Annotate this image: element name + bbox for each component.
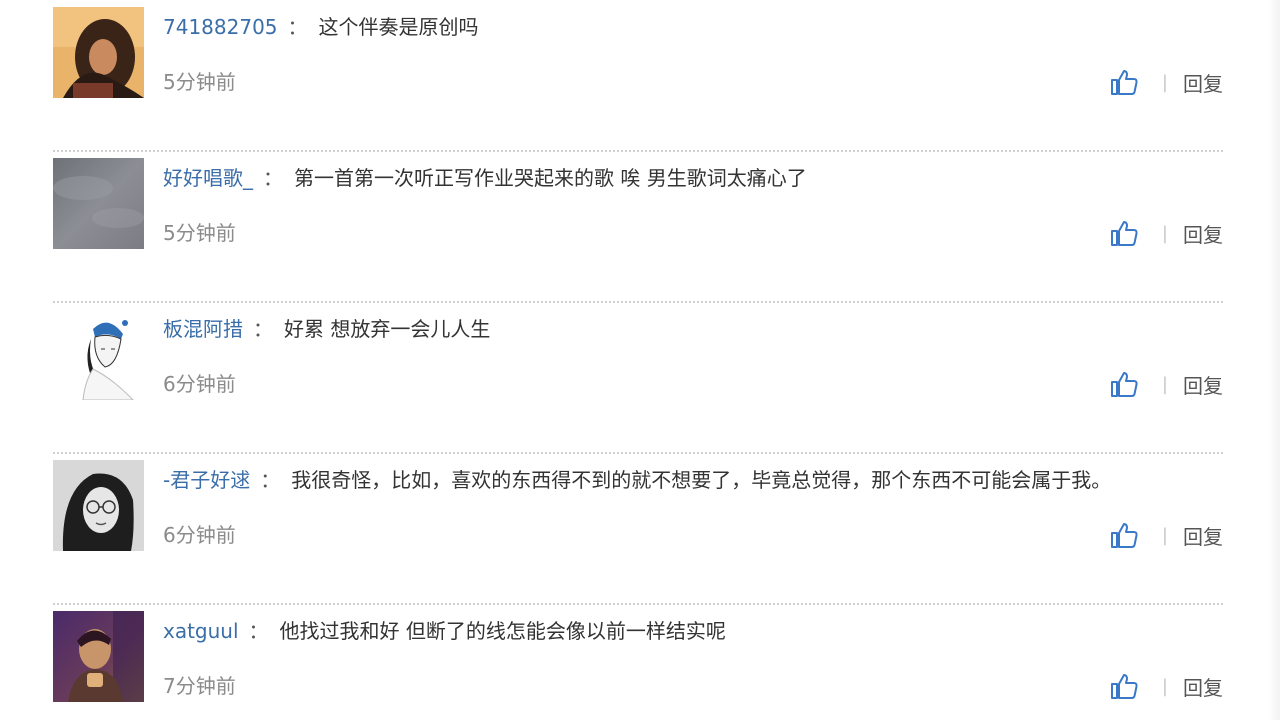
comment-actions: | 回复: [1109, 669, 1223, 703]
username-link[interactable]: 741882705: [163, 15, 278, 39]
timestamp: 5分钟前: [163, 221, 236, 245]
comment-line: 好好唱歌_ ： 第一首第一次听正写作业哭起来的歌 唉 男生歌词太痛心了: [163, 163, 1223, 193]
comment-line: 741882705 ： 这个伴奏是原创吗: [163, 12, 1223, 42]
comment-list-page: 741882705 ： 这个伴奏是原创吗 5分钟前 | 回复 好好唱歌_ ： 第一首…: [0, 0, 1280, 720]
timestamp: 6分钟前: [163, 372, 236, 396]
reply-button[interactable]: 回复: [1183, 521, 1223, 550]
comment-item: 板混阿措 ： 好累 想放弃一会儿人生 6分钟前 | 回复: [53, 303, 1223, 454]
thumbs-up-icon[interactable]: [1109, 67, 1139, 97]
comment-text: 我很奇怪，比如，喜欢的东西得不到的就不想要了，毕竟总觉得，那个东西不可能会属于我…: [291, 468, 1112, 492]
comment-text: 他找过我和好 但断了的线怎能会像以前一样结实呢: [279, 619, 726, 643]
colon: ：: [287, 15, 308, 39]
colon: ：: [263, 166, 283, 190]
comment-text: 好累 想放弃一会儿人生: [284, 317, 491, 341]
comment-text: 这个伴奏是原创吗: [318, 15, 479, 39]
comment-line: -君子好逑 ： 我很奇怪，比如，喜欢的东西得不到的就不想要了，毕竟总觉得，那个东西不…: [163, 465, 1223, 495]
username-link[interactable]: xatguul: [163, 619, 239, 643]
reply-button[interactable]: 回复: [1183, 68, 1223, 97]
thumbs-up-icon[interactable]: [1109, 369, 1139, 399]
avatar[interactable]: [53, 158, 144, 249]
comment-item: 741882705 ： 这个伴奏是原创吗 5分钟前 | 回复: [53, 1, 1223, 152]
username-link[interactable]: 好好唱歌_: [163, 166, 253, 190]
username-link[interactable]: 板混阿措: [163, 317, 243, 341]
comment-item: -君子好逑 ： 我很奇怪，比如，喜欢的东西得不到的就不想要了，毕竟总觉得，那个东西不…: [53, 454, 1223, 605]
action-separator: |: [1161, 71, 1168, 93]
action-separator: |: [1161, 373, 1168, 395]
comment-item: 好好唱歌_ ： 第一首第一次听正写作业哭起来的歌 唉 男生歌词太痛心了 5分钟前 |…: [53, 152, 1223, 303]
thumbs-up-icon[interactable]: [1109, 671, 1139, 701]
timestamp: 5分钟前: [163, 70, 236, 94]
comment-line: 板混阿措 ： 好累 想放弃一会儿人生: [163, 314, 1223, 344]
reply-button[interactable]: 回复: [1183, 370, 1223, 399]
colon: ：: [253, 317, 273, 341]
thumbs-up-icon[interactable]: [1109, 218, 1139, 248]
comment-line: xatguul ： 他找过我和好 但断了的线怎能会像以前一样结实呢: [163, 616, 1223, 646]
action-separator: |: [1161, 675, 1168, 697]
comment-actions: | 回复: [1109, 367, 1223, 401]
thumbs-up-icon[interactable]: [1109, 520, 1139, 550]
comment-text: 第一首第一次听正写作业哭起来的歌 唉 男生歌词太痛心了: [294, 166, 807, 190]
comment-item: xatguul ： 他找过我和好 但断了的线怎能会像以前一样结实呢 7分钟前 | 回…: [53, 605, 1223, 720]
avatar[interactable]: [53, 611, 144, 702]
colon: ：: [248, 619, 269, 643]
action-separator: |: [1161, 222, 1168, 244]
avatar[interactable]: [53, 7, 144, 98]
action-separator: |: [1161, 524, 1168, 546]
comment-actions: | 回复: [1109, 518, 1223, 552]
comment-actions: | 回复: [1109, 216, 1223, 250]
timestamp: 6分钟前: [163, 523, 236, 547]
colon: ：: [260, 468, 281, 492]
reply-button[interactable]: 回复: [1183, 219, 1223, 248]
avatar[interactable]: [53, 309, 144, 400]
avatar[interactable]: [53, 460, 144, 551]
scrollbar-track[interactable]: [1268, 0, 1280, 720]
comment-actions: | 回复: [1109, 65, 1223, 99]
timestamp: 7分钟前: [163, 674, 236, 698]
username-link[interactable]: -君子好逑: [163, 468, 250, 492]
reply-button[interactable]: 回复: [1183, 672, 1223, 701]
